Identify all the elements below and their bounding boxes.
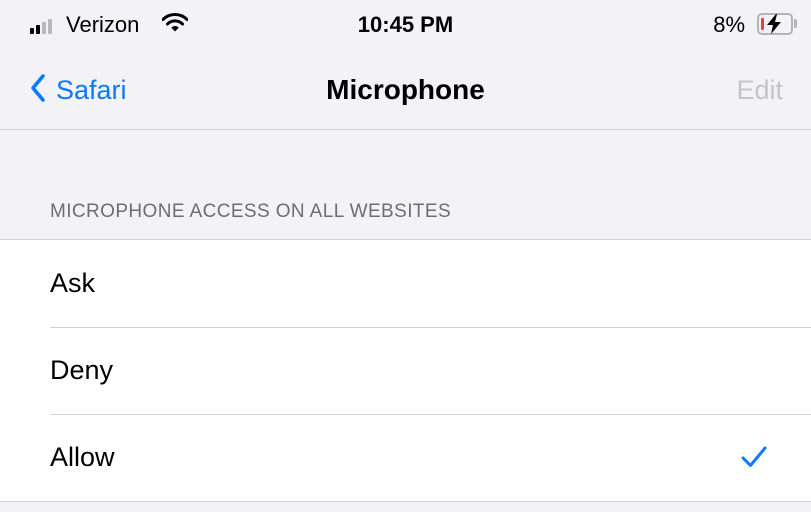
checkmark-icon [741, 446, 767, 473]
navigation-bar: Safari Microphone Edit [0, 50, 811, 130]
back-button[interactable]: Safari [30, 70, 127, 110]
chevron-left-icon [30, 73, 46, 107]
option-label: Ask [50, 268, 96, 298]
option-deny[interactable]: Deny [0, 327, 811, 414]
charging-bolt-icon [765, 14, 783, 39]
option-ask[interactable]: Ask [0, 240, 811, 327]
option-allow[interactable]: Allow [0, 414, 811, 501]
battery-level [761, 18, 764, 30]
battery-percentage: 8% [713, 12, 745, 37]
status-bar: Verizon 10:45 PM 8% [0, 0, 811, 50]
status-time: 10:45 PM [357, 12, 454, 37]
settings-screen: Verizon 10:45 PM 8% Safari Microphone Ed… [0, 0, 811, 512]
back-button-label: Safari [56, 74, 127, 105]
option-label: Allow [50, 442, 115, 472]
section-header: MICROPHONE ACCESS ON ALL WEBSITES [50, 201, 452, 222]
permission-options-list: Ask Deny Allow [0, 239, 811, 502]
option-label: Deny [50, 355, 114, 385]
battery-tip [794, 19, 797, 28]
battery-icon [757, 13, 793, 35]
edit-button[interactable]: Edit [736, 70, 783, 110]
